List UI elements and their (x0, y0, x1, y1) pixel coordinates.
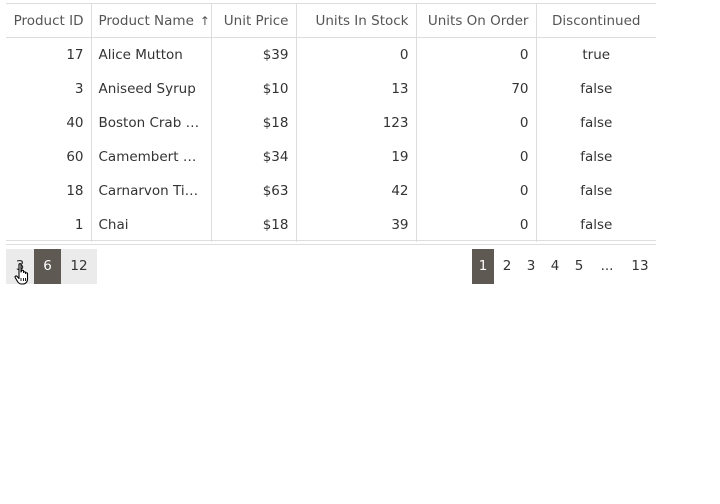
column-header-label: Units In Stock (315, 12, 409, 29)
cell-product-id: 18 (6, 174, 92, 208)
cell-unit-price: $63 (211, 174, 297, 208)
column-header-label: Product Name (98, 12, 194, 29)
page-ellipsis[interactable]: ... (592, 249, 622, 284)
cell-product-name: Carnarvon Tigers (91, 174, 212, 208)
page-button-5[interactable]: 5 (568, 249, 590, 284)
cell-units-on-order: 0 (416, 140, 537, 174)
cell-product-id: 60 (6, 140, 92, 174)
column-header-product-name[interactable]: Product Name ↑ (91, 4, 212, 38)
column-header-label: Units On Order (427, 12, 529, 29)
products-grid: Product ID Product Name ↑ Unit Price Unit… (6, 3, 656, 242)
cell-product-name: Camembert Pie... (91, 140, 212, 174)
table-row[interactable]: 3 Aniseed Syrup $10 13 70 false (6, 72, 656, 106)
cell-units-on-order: 0 (416, 208, 537, 242)
page-button-1[interactable]: 1 (472, 249, 494, 284)
hand-cursor-icon (14, 263, 29, 285)
cell-unit-price: $10 (211, 72, 297, 106)
column-header-discontinued[interactable]: Discontinued (536, 4, 656, 38)
cell-product-id: 17 (6, 37, 92, 72)
cell-product-name: Chai (91, 208, 212, 242)
cell-units-on-order: 0 (416, 37, 537, 72)
column-header-units-on-order[interactable]: Units On Order (416, 4, 537, 38)
column-header-label: Discontinued (552, 12, 641, 29)
cell-units-in-stock: 19 (296, 140, 417, 174)
cell-units-in-stock: 13 (296, 72, 417, 106)
header-row: Product ID Product Name ↑ Unit Price Unit… (6, 4, 656, 38)
cell-units-in-stock: 39 (296, 208, 417, 242)
column-header-units-in-stock[interactable]: Units In Stock (296, 4, 417, 38)
arrow-up-icon: ↑ (199, 13, 210, 28)
page-button-3[interactable]: 3 (520, 249, 542, 284)
cell-units-in-stock: 42 (296, 174, 417, 208)
cell-units-on-order: 0 (416, 174, 537, 208)
table-row[interactable]: 60 Camembert Pie... $34 19 0 false (6, 140, 656, 174)
cell-discontinued: false (580, 115, 613, 131)
column-header-label: Unit Price (223, 12, 289, 29)
column-header-product-id[interactable]: Product ID (6, 4, 92, 38)
cell-product-name: Aniseed Syrup (91, 72, 212, 106)
cell-units-in-stock: 0 (296, 37, 417, 72)
column-header-unit-price[interactable]: Unit Price (211, 4, 297, 38)
cell-discontinued: false (580, 183, 613, 199)
column-header-label: Product ID (13, 12, 84, 29)
table-row[interactable]: 1 Chai $18 39 0 false (6, 208, 656, 242)
cell-product-id: 3 (6, 72, 92, 106)
products-table: Product ID Product Name ↑ Unit Price Unit… (6, 4, 656, 242)
cell-discontinued: false (580, 81, 613, 97)
page-button-4[interactable]: 4 (544, 249, 566, 284)
cell-unit-price: $39 (211, 37, 297, 72)
table-row[interactable]: 18 Carnarvon Tigers $63 42 0 false (6, 174, 656, 208)
page-size-option-12[interactable]: 12 (61, 249, 97, 284)
cell-discontinued: false (580, 217, 613, 233)
cell-discontinued: false (580, 149, 613, 165)
cell-product-name: Alice Mutton (91, 37, 212, 72)
page-size-option-6[interactable]: 6 (34, 249, 61, 284)
cell-unit-price: $18 (211, 208, 297, 242)
cell-units-on-order: 70 (416, 72, 537, 106)
table-row[interactable]: 40 Boston Crab M... $18 123 0 false (6, 106, 656, 140)
cell-product-name: Boston Crab M... (91, 106, 212, 140)
page-button-2[interactable]: 2 (496, 249, 518, 284)
table-row[interactable]: 17 Alice Mutton $39 0 0 true (6, 37, 656, 72)
cell-product-id: 40 (6, 106, 92, 140)
page-button-13[interactable]: 13 (626, 249, 654, 284)
cell-unit-price: $18 (211, 106, 297, 140)
grid-bottom-divider (6, 240, 656, 245)
cell-discontinued: true (582, 47, 611, 63)
cell-product-id: 1 (6, 208, 92, 242)
cell-unit-price: $34 (211, 140, 297, 174)
cell-units-on-order: 0 (416, 106, 537, 140)
cell-units-in-stock: 123 (296, 106, 417, 140)
